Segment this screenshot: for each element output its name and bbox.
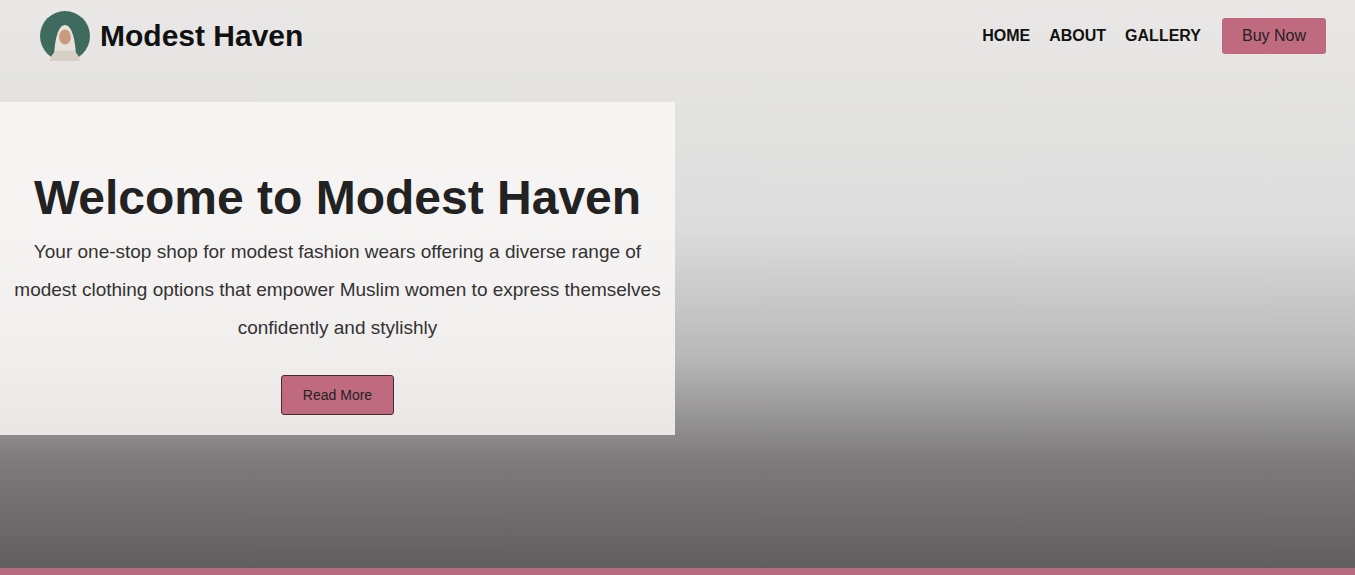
hero-card: Welcome to Modest Haven Your one-stop sho…: [0, 102, 675, 435]
read-more-button[interactable]: Read More: [281, 375, 394, 415]
site-header: Modest Haven HOME ABOUT GALLERY Buy Now: [0, 0, 1355, 62]
buy-now-button[interactable]: Buy Now: [1222, 18, 1326, 54]
hero-text: Your one-stop shop for modest fashion we…: [2, 233, 673, 347]
logo-icon: [40, 11, 90, 61]
nav-link[interactable]: HOME: [982, 27, 1030, 45]
brand-name[interactable]: Modest Haven: [100, 19, 303, 53]
background-photo: Modest Haven HOME ABOUT GALLERY Buy Now Welco…: [0, 0, 1355, 575]
nav-link[interactable]: ABOUT: [1049, 27, 1106, 45]
bottom-strip: [0, 568, 1355, 575]
nav-link[interactable]: GALLERY: [1125, 27, 1201, 45]
hero-title: Welcome to Modest Haven: [34, 170, 641, 225]
brand[interactable]: Modest Haven: [40, 11, 303, 61]
main-nav: HOME ABOUT GALLERY Buy Now: [982, 18, 1326, 54]
